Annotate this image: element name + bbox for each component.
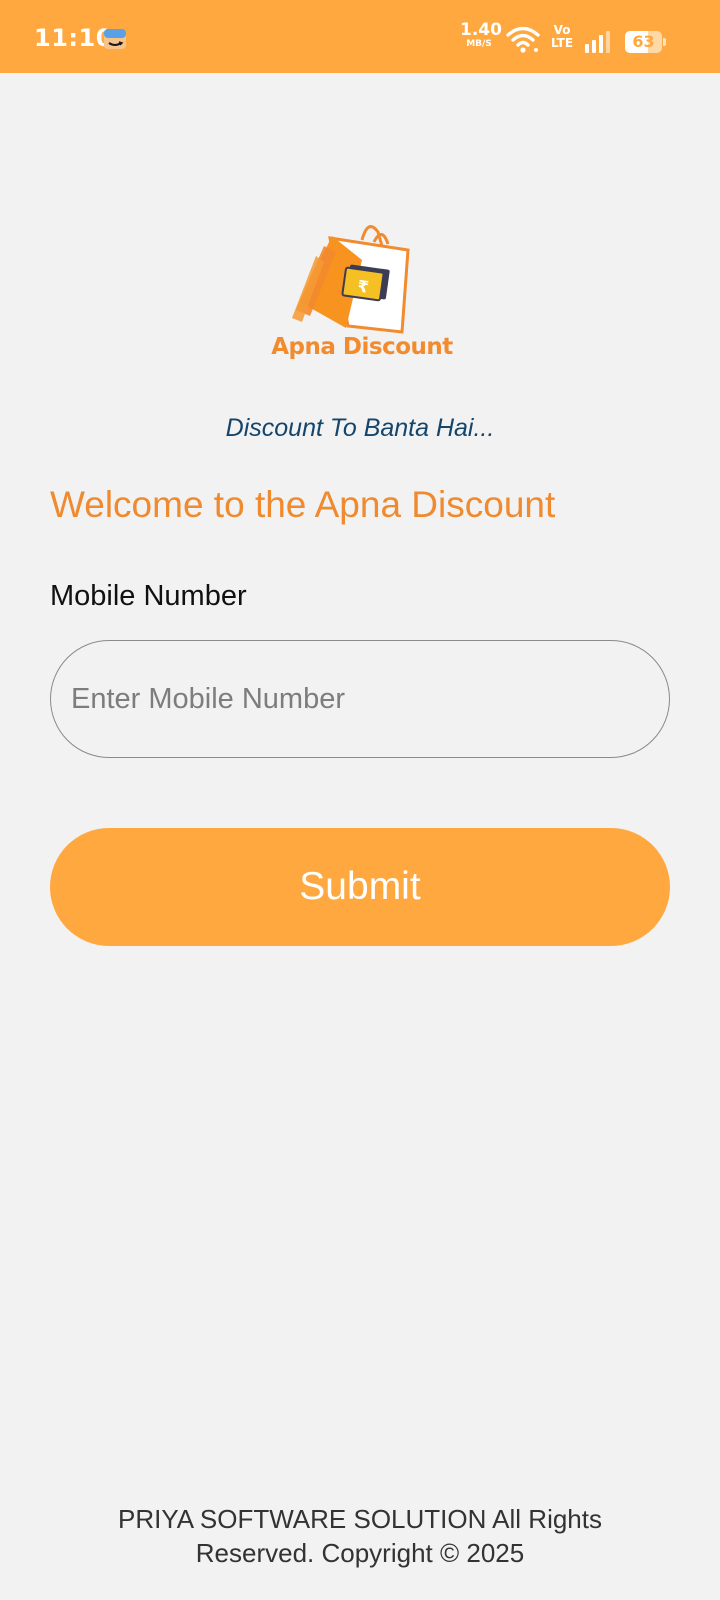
volte-top-label: Vo [553, 23, 571, 37]
wifi-icon [506, 26, 540, 53]
mobile-number-input[interactable] [50, 640, 670, 758]
mobile-number-label: Mobile Number [50, 580, 247, 612]
battery-level: 63 [632, 32, 655, 51]
battery-icon: 63 [625, 31, 666, 53]
submit-button[interactable]: Submit [50, 828, 670, 946]
signal-icon [585, 31, 610, 53]
footer-line-1: PRIYA SOFTWARE SOLUTION All Rights [118, 1504, 602, 1534]
network-speed: 1.40 MB/S [460, 20, 502, 49]
logo-wordmark: Apna Discount [271, 334, 453, 360]
tagline: Discount To Banta Hai... [225, 414, 495, 442]
login-screen: 11:10 1.40 MB/S Vo LTE 63 ₹ Apna Discoun… [0, 0, 720, 1600]
copyright-footer: PRIYA SOFTWARE SOLUTION All Rights Reser… [0, 1502, 720, 1570]
status-bar: 11:10 1.40 MB/S Vo LTE 63 [0, 0, 720, 73]
battery-tip [663, 38, 666, 46]
network-speed-unit: MB/S [466, 39, 492, 49]
battery-body: 63 [625, 31, 662, 53]
volte-indicator: Vo LTE [549, 24, 575, 49]
network-speed-value: 1.40 [460, 20, 502, 40]
footer-line-2: Reserved. Copyright © 2025 [195, 1538, 525, 1568]
amazon-icon [104, 29, 126, 49]
welcome-title: Welcome to the Apna Discount [50, 484, 556, 525]
volte-bottom-label: LTE [550, 36, 574, 50]
